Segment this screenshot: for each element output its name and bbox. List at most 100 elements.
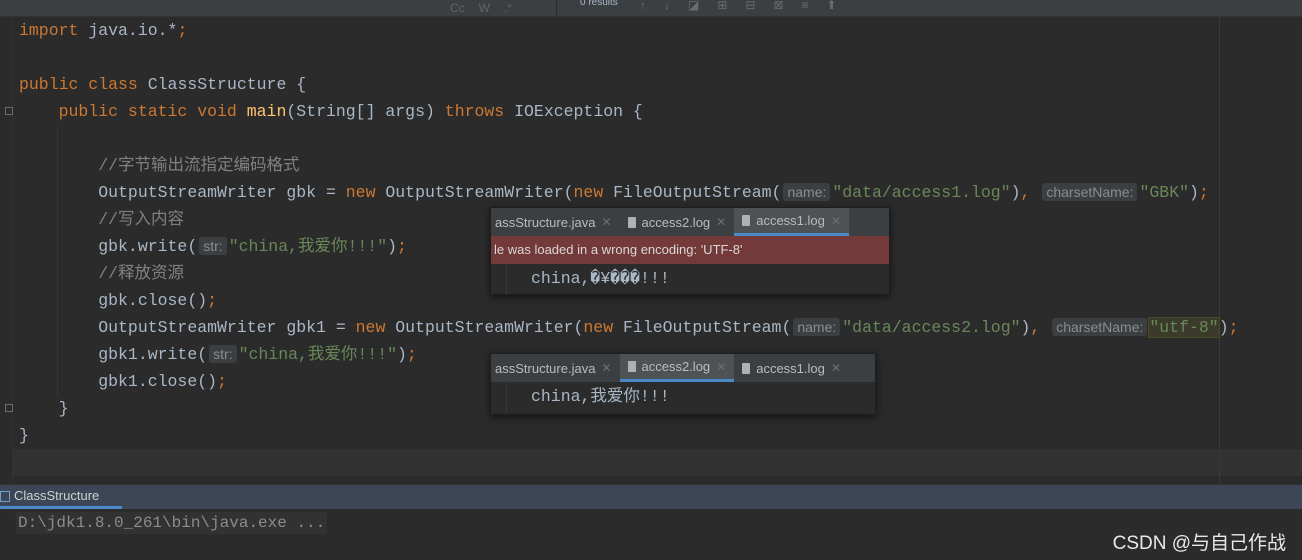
code-token: new <box>345 183 386 202</box>
code-token: new <box>355 318 396 337</box>
tab-label: assStructure.java <box>495 214 596 230</box>
code-token: OutputStreamWriter( <box>385 183 574 202</box>
close-icon[interactable]: ✕ <box>831 214 841 228</box>
fold-icon[interactable] <box>5 107 13 115</box>
preview-tab[interactable]: assStructure.java ✕ <box>491 354 620 382</box>
filter-icon[interactable]: ≡ <box>802 0 809 12</box>
words-toggle[interactable]: W <box>479 1 490 15</box>
code-token: } <box>19 399 69 418</box>
code-token: ; <box>217 372 227 391</box>
code-token: main <box>246 102 287 121</box>
code-line: OutputStreamWriter gbk1 = new OutputStre… <box>19 314 1239 341</box>
preview-tab[interactable]: access2.log ✕ <box>620 208 735 236</box>
code-token: ; <box>207 291 218 310</box>
code-token: ; <box>1228 318 1239 337</box>
close-icon[interactable]: ✕ <box>601 361 611 375</box>
code-token: throws <box>444 102 515 121</box>
code-token: ) <box>1218 318 1229 337</box>
code-token: OutputStreamWriter( <box>395 318 584 337</box>
tab-label: access2.log <box>641 359 711 374</box>
code-token: ) <box>1020 318 1031 337</box>
code-token: "utf-8" <box>1148 317 1220 338</box>
code-token: ) <box>1010 183 1021 202</box>
search-results-count: 0 results <box>580 0 618 8</box>
file-content: china,我爱你!!! <box>506 382 875 412</box>
code-token: ; <box>397 237 407 256</box>
regex-toggle[interactable]: .* <box>504 1 512 15</box>
add-selection-icon[interactable]: ⊞ <box>717 0 727 12</box>
code-line: //字节输出流指定编码格式 <box>19 152 1239 179</box>
parameter-hint: charsetName: <box>1042 183 1138 201</box>
code-line: OutputStreamWriter gbk = new OutputStrea… <box>19 179 1239 206</box>
code-token: ; <box>406 345 417 364</box>
match-case-toggle[interactable]: Cc <box>450 1 465 15</box>
console-output: D:\jdk1.8.0_261\bin\java.exe ... <box>16 512 328 534</box>
code-line: public class ClassStructure { <box>19 71 1239 98</box>
preview-tab[interactable]: access2.log ✕ <box>619 354 735 382</box>
code-token: gbk1.close() <box>19 372 218 391</box>
fold-icon[interactable] <box>5 404 13 412</box>
code-token: java.io.* <box>88 21 178 40</box>
close-icon[interactable]: ✕ <box>716 360 726 374</box>
code-token: "china,我爱你!!!" <box>228 237 388 256</box>
code-token: new <box>583 318 624 337</box>
code-token: "data/access2.log" <box>842 318 1021 337</box>
parameter-hint: charsetName: <box>1052 318 1148 336</box>
file-content: china,�¥���!!! <box>506 264 889 294</box>
file-preview-access1: assStructure.java ✕ access2.log ✕ access1.lo… <box>490 207 890 295</box>
caret-line <box>12 449 1302 476</box>
tab-label: access1.log <box>756 213 825 228</box>
parameter-hint: str: <box>209 345 237 363</box>
code-token: gbk.write( <box>19 237 198 256</box>
gutter <box>0 17 13 483</box>
code-token: ) <box>397 345 407 364</box>
close-icon[interactable]: ✕ <box>716 215 726 229</box>
code-token: ; <box>1198 183 1209 202</box>
run-tab-classstructure[interactable]: ClassStructure ✕ <box>0 485 122 525</box>
tab-label: access1.log <box>756 360 825 376</box>
find-toolbar: Cc W .* 0 results ↑ ↓ ◪ ⊞ ⊟ ⊠ ≡ ⬆ <box>0 0 1302 17</box>
search-nav: ↑ ↓ ◪ ⊞ ⊟ ⊠ ≡ ⬆ <box>640 0 837 12</box>
parameter-hint: name: <box>793 318 841 336</box>
code-token: ClassStructure { <box>147 75 307 94</box>
code-token: public static void <box>58 102 247 121</box>
preview-tab[interactable]: access1.log ✕ <box>734 208 849 236</box>
run-config-icon <box>0 491 10 502</box>
select-all-occurrences-icon[interactable]: ⊠ <box>773 0 783 12</box>
close-icon[interactable]: ✕ <box>601 215 611 229</box>
code-token: "data/access1.log" <box>832 183 1011 202</box>
code-token: , <box>1030 318 1051 337</box>
pin-icon[interactable]: ⬆ <box>827 0 837 12</box>
preview-tab[interactable]: access1.log ✕ <box>734 354 849 382</box>
run-panel-tabs: ClassStructure ✕ <box>0 484 1302 525</box>
code-token: ; <box>177 21 188 40</box>
remove-selection-icon[interactable]: ⊟ <box>745 0 755 12</box>
watermark: CSDN @与自己作战 <box>1112 533 1286 554</box>
code-token: "GBK" <box>1139 183 1189 202</box>
preview-tabs: assStructure.java ✕ access2.log ✕ access1.lo… <box>491 354 875 382</box>
code-token: OutputStreamWriter gbk = <box>19 183 346 202</box>
code-token: FileOutputStream( <box>613 183 782 202</box>
encoding-warning: le was loaded in a wrong encoding: 'UTF-… <box>491 236 889 264</box>
code-token: new <box>573 183 614 202</box>
preview-tab[interactable]: assStructure.java ✕ <box>491 208 620 236</box>
file-icon <box>742 215 751 226</box>
close-icon[interactable]: ✕ <box>831 361 841 375</box>
parameter-hint: str: <box>199 237 227 255</box>
next-occurrence-icon[interactable]: ↓ <box>664 0 670 12</box>
parameter-hint: name: <box>783 183 831 201</box>
code-token: public class <box>19 75 148 94</box>
preview-tabs: assStructure.java ✕ access2.log ✕ access1.lo… <box>491 208 889 236</box>
select-all-icon[interactable]: ◪ <box>688 0 699 12</box>
previous-occurrence-icon[interactable]: ↑ <box>640 0 646 12</box>
tab-label: access2.log <box>641 214 711 230</box>
code-token: //字节输出流指定编码格式 <box>98 156 300 175</box>
code-token: import <box>19 21 89 40</box>
file-icon <box>742 362 751 374</box>
code-token: "china,我爱你!!!" <box>238 345 398 364</box>
